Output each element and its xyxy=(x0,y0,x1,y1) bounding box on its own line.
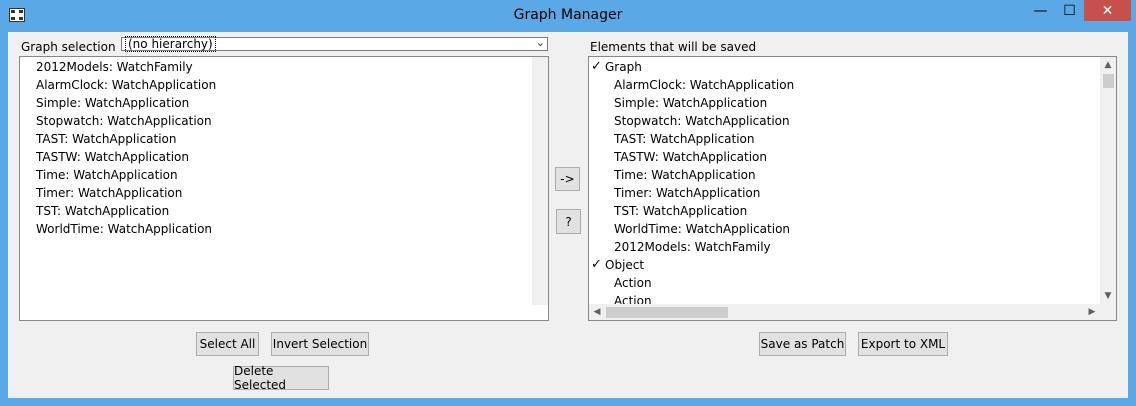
help-button[interactable]: ? xyxy=(556,209,581,234)
scroll-right-icon[interactable]: ▶ xyxy=(1084,304,1100,320)
list-item[interactable]: WorldTime: WatchApplication xyxy=(36,220,212,238)
scroll-up-icon[interactable]: ▲ xyxy=(1100,57,1116,73)
hierarchy-select[interactable]: (no hierarchy) ⌄ xyxy=(121,36,548,52)
minimize-button[interactable]: — xyxy=(1026,0,1055,21)
scroll-down-icon[interactable]: ▼ xyxy=(1100,288,1116,304)
hierarchy-select-value: (no hierarchy) xyxy=(125,36,216,52)
check-icon[interactable]: ✓ xyxy=(591,59,602,74)
close-button[interactable]: ✕ xyxy=(1084,0,1131,21)
delete-selected-button[interactable]: Delete Selected xyxy=(233,364,329,392)
hscroll-thumb[interactable] xyxy=(606,307,728,318)
move-right-button[interactable]: -> xyxy=(555,167,580,191)
list-item[interactable]: TST: WatchApplication xyxy=(36,202,169,220)
check-icon[interactable]: ✓ xyxy=(591,257,602,272)
minimize-icon: — xyxy=(1033,2,1048,19)
tree-group[interactable]: Object xyxy=(605,256,644,274)
maximize-button[interactable]: ☐ xyxy=(1055,0,1084,21)
tree-item[interactable]: Time: WatchApplication xyxy=(614,166,756,184)
tree-item[interactable]: Simple: WatchApplication xyxy=(614,94,767,112)
tree-item[interactable]: TASTW: WatchApplication xyxy=(614,148,767,166)
title-bar[interactable]: Graph Manager — ☐ ✕ xyxy=(0,0,1136,32)
graph-selection-label: Graph selection xyxy=(21,40,116,54)
list-item[interactable]: 2012Models: WatchFamily xyxy=(36,58,193,76)
tree-item[interactable]: Timer: WatchApplication xyxy=(614,184,760,202)
select-all-button[interactable]: Select All xyxy=(196,332,259,356)
chevron-down-icon[interactable]: ⌄ xyxy=(536,37,545,49)
vscroll-thumb[interactable] xyxy=(1103,74,1114,88)
elements-tree-vscrollbar[interactable]: ▲ ▼ xyxy=(1100,57,1116,304)
tree-item[interactable]: WorldTime: WatchApplication xyxy=(614,220,790,238)
window-title: Graph Manager xyxy=(513,7,623,23)
list-item[interactable]: Time: WatchApplication xyxy=(36,166,178,184)
elements-tree-hscrollbar[interactable]: ◀ ▶ xyxy=(589,304,1116,320)
list-item[interactable]: AlarmClock: WatchApplication xyxy=(36,76,216,94)
list-item[interactable]: TAST: WatchApplication xyxy=(36,130,177,148)
elements-saved-label: Elements that will be saved xyxy=(590,40,757,54)
close-icon: ✕ xyxy=(1101,2,1114,19)
graph-list-scrollbar[interactable] xyxy=(532,57,548,305)
tree-item[interactable]: Action xyxy=(614,274,652,292)
tree-item[interactable]: TST: WatchApplication xyxy=(614,202,747,220)
maximize-icon: ☐ xyxy=(1063,2,1076,19)
tree-group[interactable]: Graph xyxy=(605,58,642,76)
list-item[interactable]: Simple: WatchApplication xyxy=(36,94,189,112)
list-item[interactable]: Timer: WatchApplication xyxy=(36,184,182,202)
export-xml-button[interactable]: Export to XML xyxy=(858,332,948,356)
list-item[interactable]: TASTW: WatchApplication xyxy=(36,148,189,166)
tree-item[interactable]: Stopwatch: WatchApplication xyxy=(614,112,790,130)
graph-list[interactable]: 2012Models: WatchFamily AlarmClock: Watch… xyxy=(19,56,549,321)
tree-item[interactable]: TAST: WatchApplication xyxy=(614,130,755,148)
tree-item[interactable]: AlarmClock: WatchApplication xyxy=(614,76,794,94)
list-item[interactable]: Stopwatch: WatchApplication xyxy=(36,112,212,130)
save-as-patch-button[interactable]: Save as Patch xyxy=(759,332,846,356)
graph-manager-window: Graph Manager — ☐ ✕ Graph selection (no … xyxy=(0,0,1136,406)
tree-item[interactable]: 2012Models: WatchFamily xyxy=(614,238,771,256)
elements-tree[interactable]: ✓ Graph AlarmClock: WatchApplication Simple… xyxy=(588,56,1117,321)
invert-selection-button[interactable]: Invert Selection xyxy=(271,332,369,356)
scroll-left-icon[interactable]: ◀ xyxy=(589,304,605,320)
client-area: Graph selection (no hierarchy) ⌄ 2012Mod… xyxy=(8,32,1128,398)
